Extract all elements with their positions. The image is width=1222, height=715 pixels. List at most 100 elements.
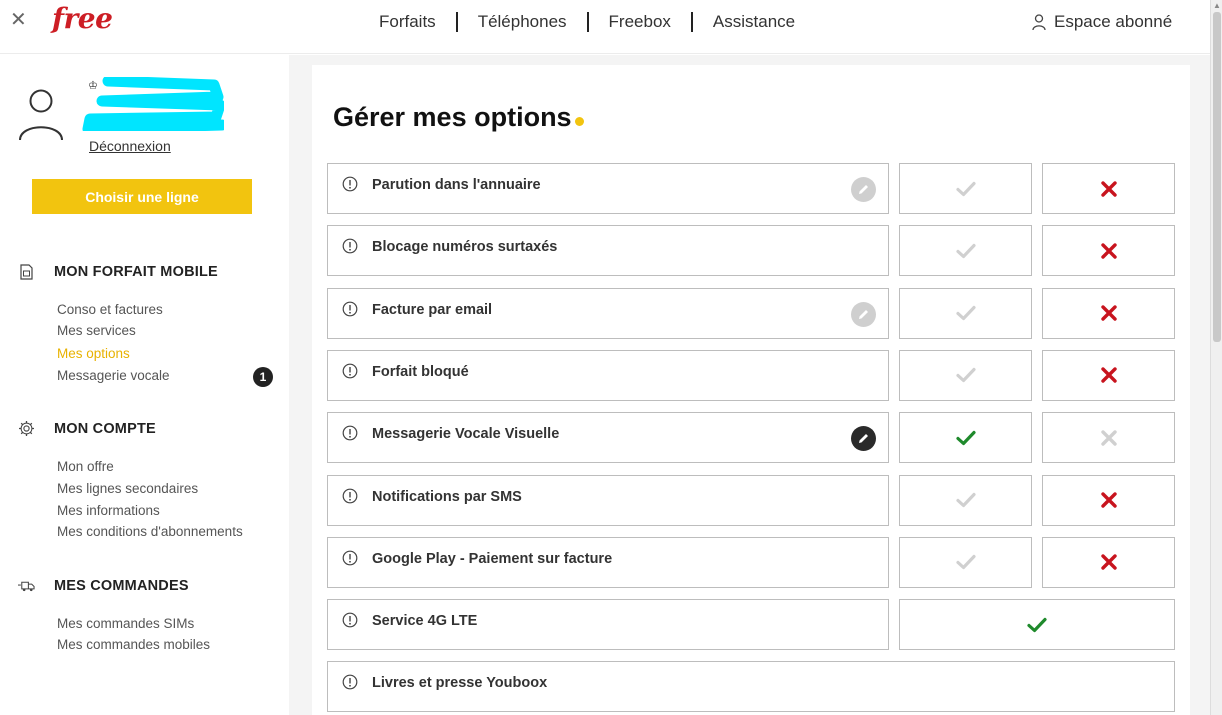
option-disable-toggle[interactable]	[1042, 412, 1175, 464]
title-dot	[574, 117, 584, 126]
choose-line-button[interactable]: Choisir une ligne	[32, 179, 252, 214]
option-enable-toggle[interactable]	[899, 163, 1032, 214]
page-title: Gérer mes options	[333, 102, 584, 133]
option-disable-toggle[interactable]	[1042, 225, 1175, 277]
option-enable-toggle[interactable]	[899, 287, 1032, 339]
check-icon	[955, 305, 976, 321]
section-title: MES COMMANDES	[54, 577, 189, 594]
option-label-box: Parution dans l'annuaire	[327, 163, 889, 214]
title-light: Gérer mes	[333, 102, 475, 132]
option-label: Google Play - Paiement sur facture	[372, 550, 613, 567]
cross-icon	[1100, 554, 1117, 570]
option-enable-toggle[interactable]	[899, 225, 1032, 277]
option-label: Forfait bloqué	[372, 363, 469, 380]
edit-button[interactable]	[851, 301, 876, 327]
edit-button[interactable]	[851, 426, 876, 452]
main-nav: Forfaits Téléphones Freebox Assistance	[359, 12, 815, 32]
cross-icon	[1100, 367, 1117, 384]
section-mes-commandes[interactable]: MES COMMANDES	[18, 577, 189, 594]
option-enable-toggle[interactable]	[899, 474, 1032, 526]
info-icon[interactable]	[342, 176, 358, 192]
section-title: MON FORFAIT MOBILE	[54, 263, 218, 280]
sidebar-item-mes-commandes-mobiles[interactable]: Mes commandes mobiles	[57, 637, 210, 652]
cross-icon	[1100, 492, 1117, 508]
option-label-box: Notifications par SMS	[327, 474, 889, 526]
option-disable-toggle[interactable]	[1042, 349, 1175, 401]
option-label: Facture par email	[372, 301, 493, 318]
account-label: Espace abonné	[1054, 12, 1173, 31]
edit-button[interactable]	[851, 177, 876, 202]
info-icon[interactable]	[342, 550, 358, 566]
sidebar-item-mes-services[interactable]: Mes services	[57, 323, 136, 338]
option-enable-toggle[interactable]	[899, 412, 1032, 464]
top-navbar: ✕ free Forfaits Téléphones Freebox Assis…	[0, 0, 1210, 54]
option-label: Service 4G LTE	[372, 613, 478, 630]
option-enable-toggle[interactable]	[899, 349, 1032, 401]
option-disable-toggle[interactable]	[1042, 287, 1175, 339]
info-icon[interactable]	[342, 612, 358, 628]
free-logo[interactable]: free	[52, 2, 113, 35]
check-icon	[1027, 617, 1047, 632]
option-disable-toggle[interactable]	[1042, 163, 1175, 214]
option-label: Livres et presse Youboox	[372, 675, 548, 692]
option-label: Notifications par SMS	[372, 488, 522, 505]
sidebar-item-messagerie-vocale[interactable]: Messagerie vocale	[57, 368, 170, 383]
sim-card-icon	[18, 263, 35, 280]
sidebar-item-mes-commandes-sims[interactable]: Mes commandes SIMs	[57, 616, 194, 631]
info-icon[interactable]	[342, 363, 358, 379]
option-label-box: Messagerie Vocale Visuelle	[327, 412, 889, 464]
option-label-box: Facture par email	[327, 287, 889, 339]
option-disable-toggle[interactable]	[1042, 536, 1175, 588]
logout-link[interactable]: Déconnexion	[89, 138, 171, 154]
delivery-truck-icon	[18, 577, 35, 594]
nav-forfaits[interactable]: Forfaits	[359, 12, 456, 32]
option-label-box: Google Play - Paiement sur facture	[327, 536, 889, 588]
option-disable-toggle[interactable]	[1042, 474, 1175, 526]
sidebar-item-mon-offre[interactable]: Mon offre	[57, 459, 114, 474]
nav-assistance[interactable]: Assistance	[693, 12, 815, 32]
sidebar-item-mes-informations[interactable]: Mes informations	[57, 503, 160, 518]
redacted-username: ♔	[82, 77, 224, 131]
scroll-up-arrow-icon[interactable]: ▲	[1213, 1, 1221, 10]
info-icon[interactable]	[342, 301, 358, 317]
scrollbar[interactable]: ▲	[1210, 0, 1222, 715]
nav-telephones[interactable]: Téléphones	[458, 12, 587, 32]
svg-text:♔: ♔	[88, 79, 98, 92]
section-mon-compte[interactable]: MON COMPTE	[18, 420, 156, 437]
section-title: MON COMPTE	[54, 420, 156, 437]
option-label-box: Service 4G LTE	[327, 599, 889, 651]
info-icon[interactable]	[342, 488, 358, 504]
user-avatar-icon	[19, 89, 63, 141]
option-label: Messagerie Vocale Visuelle	[372, 426, 560, 443]
check-icon	[955, 368, 976, 383]
user-icon	[1032, 14, 1046, 30]
account-link[interactable]: Espace abonné	[1032, 12, 1172, 32]
option-label-box: Forfait bloqué	[327, 349, 889, 401]
option-enable-toggle[interactable]	[899, 536, 1032, 588]
nav-freebox[interactable]: Freebox	[589, 12, 691, 32]
section-mon-forfait-mobile[interactable]: MON FORFAIT MOBILE	[18, 263, 218, 280]
close-icon[interactable]: ✕	[10, 10, 27, 30]
check-icon	[955, 430, 976, 445]
option-label-box: Blocage numéros surtaxés	[327, 225, 889, 277]
sidebar-item-mes-lignes-secondaires[interactable]: Mes lignes secondaires	[57, 481, 198, 496]
pencil-icon	[859, 309, 868, 319]
cross-icon	[1100, 180, 1117, 197]
option-label: Parution dans l'annuaire	[372, 177, 541, 193]
info-icon[interactable]	[342, 674, 358, 690]
pencil-icon	[859, 434, 868, 444]
check-icon	[955, 492, 976, 508]
sidebar-item-mes-conditions[interactable]: Mes conditions d'abonnements	[57, 524, 243, 539]
sidebar-item-mes-options[interactable]: Mes options	[57, 346, 130, 361]
pencil-icon	[859, 185, 868, 194]
option-label: Blocage numéros surtaxés	[372, 239, 558, 256]
cross-icon	[1100, 243, 1117, 259]
info-icon[interactable]	[342, 238, 358, 254]
sidebar-item-conso-et-factures[interactable]: Conso et factures	[57, 302, 163, 317]
info-icon[interactable]	[342, 425, 358, 441]
check-icon	[955, 243, 976, 258]
scrollbar-thumb[interactable]	[1213, 12, 1221, 342]
option-label-box: Livres et presse Youboox	[327, 661, 1175, 713]
option-status-box	[899, 599, 1175, 651]
notification-badge: 1	[253, 367, 273, 387]
